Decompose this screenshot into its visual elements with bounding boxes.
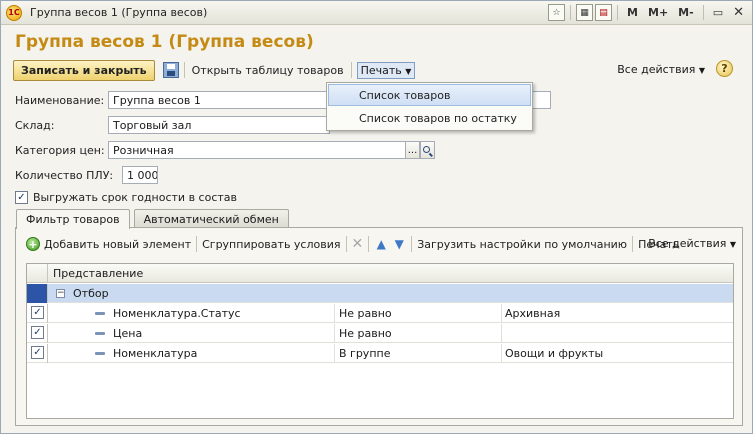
condition-icon	[95, 332, 105, 335]
chevron-down-icon: ▼	[405, 66, 412, 76]
close-icon[interactable]: ✕	[729, 4, 748, 21]
price-category-field[interactable]: Розничная	[108, 141, 406, 159]
add-new-element-button[interactable]: Добавить новый элемент	[44, 238, 191, 251]
all-actions-button[interactable]: Все действия ▼	[617, 63, 705, 76]
form-window: 1С Группа весов 1 (Группа весов) ☆ ▦ ▤ M…	[0, 0, 753, 434]
restore-window-icon[interactable]: ▭	[709, 4, 727, 21]
row-condition: Не равно	[339, 307, 392, 320]
calculator-icon[interactable]: ▦	[576, 4, 594, 21]
save-and-close-button[interactable]: Записать и закрыть	[13, 59, 155, 81]
row-checkbox[interactable]: ✓	[31, 306, 44, 319]
help-icon[interactable]: ?	[716, 60, 733, 77]
row-condition: Не равно	[339, 327, 392, 340]
open-goods-table-button[interactable]: Открыть таблицу товаров	[190, 64, 346, 77]
row-checkbox[interactable]: ✓	[31, 346, 44, 359]
command-bar: Записать и закрыть Открыть таблицу товар…	[13, 59, 743, 81]
row-value: Архивная	[505, 307, 561, 320]
plu-count-label: Количество ПЛУ:	[15, 169, 114, 182]
memory-m-button[interactable]: M	[623, 4, 642, 21]
table-row[interactable]: ✓ Номенклатура.Статус Не равно Архивная	[27, 304, 733, 323]
filter-toolbar: + Добавить новый элемент Сгруппировать у…	[26, 234, 736, 254]
condition-icon	[95, 312, 105, 315]
group-row-label: Отбор	[73, 287, 109, 300]
price-category-open-button[interactable]	[420, 141, 435, 159]
plu-count-field[interactable]: 1 000	[122, 166, 158, 184]
load-default-settings-button[interactable]: Загрузить настройки по умолчанию	[417, 238, 627, 251]
tab-goods-filter[interactable]: Фильтр товаров	[16, 209, 130, 229]
goods-filter-panel: + Добавить новый элемент Сгруппировать у…	[15, 227, 743, 426]
price-category-label: Категория цен:	[15, 144, 105, 157]
column-header-representation: Представление	[53, 267, 144, 280]
move-down-icon[interactable]: ▼	[392, 237, 406, 251]
delete-icon[interactable]: ✕	[352, 236, 364, 252]
move-up-icon[interactable]: ▲	[374, 237, 388, 251]
row-condition: В группе	[339, 347, 391, 360]
print-menu-button[interactable]: Печать ▼	[356, 61, 416, 79]
menu-item-goods-list-by-stock[interactable]: Список товаров по остатку	[328, 107, 531, 129]
title-tools: ☆ ▦ ▤ M M+ M- ▭ ✕	[548, 4, 748, 21]
app-logo-icon: 1С	[6, 4, 22, 21]
row-field: Номенклатура.Статус	[113, 307, 241, 320]
save-icon[interactable]	[162, 62, 179, 78]
row-field: Цена	[113, 327, 143, 340]
condition-icon	[95, 352, 105, 355]
tab-auto-exchange[interactable]: Автоматический обмен	[133, 209, 289, 228]
export-shelf-life-label: Выгружать срок годности в состав	[33, 191, 238, 204]
menu-item-goods-list[interactable]: Список товаров	[328, 84, 531, 106]
add-icon[interactable]: +	[26, 237, 40, 251]
group-conditions-button[interactable]: Сгруппировать условия	[202, 238, 340, 251]
filter-grid: Представление − Отбор ✓ Номенклатура.Ста…	[26, 263, 734, 419]
filter-all-actions-button[interactable]: Все действия ▼	[648, 237, 736, 250]
memory-plus-button[interactable]: M+	[644, 4, 672, 21]
row-value: Овощи и фрукты	[505, 347, 604, 360]
warehouse-label: Склад:	[15, 119, 55, 132]
price-category-pick-button[interactable]: ...	[405, 141, 420, 159]
calendar-icon[interactable]: ▤	[595, 4, 613, 21]
favorites-star-icon[interactable]: ☆	[548, 4, 566, 21]
title-bar: 1С Группа весов 1 (Группа весов) ☆ ▦ ▤ M…	[1, 1, 752, 25]
row-field: Номенклатура	[113, 347, 198, 360]
table-row[interactable]: ✓ Цена Не равно	[27, 324, 733, 343]
collapse-icon[interactable]: −	[56, 289, 65, 298]
form-title: Группа весов 1 (Группа весов)	[15, 32, 314, 52]
tab-bar: Фильтр товаров Автоматический обмен	[16, 209, 293, 229]
print-dropdown-menu: Список товаров Список товаров по остатку	[326, 82, 533, 131]
chevron-down-icon: ▼	[698, 66, 705, 75]
memory-minus-button[interactable]: M-	[674, 4, 698, 21]
export-shelf-life-checkbox[interactable]: ✓	[15, 191, 28, 204]
search-icon	[423, 145, 430, 153]
name-label: Наименование:	[15, 94, 105, 107]
window-title: Группа весов 1 (Группа весов)	[30, 6, 208, 19]
row-checkbox[interactable]: ✓	[31, 326, 44, 339]
table-row[interactable]: ✓ Номенклатура В группе Овощи и фрукты	[27, 344, 733, 363]
grid-header: Представление	[27, 264, 733, 283]
chevron-down-icon: ▼	[729, 240, 736, 249]
group-row[interactable]: − Отбор	[27, 284, 733, 303]
warehouse-field[interactable]: Торговый зал	[108, 116, 330, 134]
